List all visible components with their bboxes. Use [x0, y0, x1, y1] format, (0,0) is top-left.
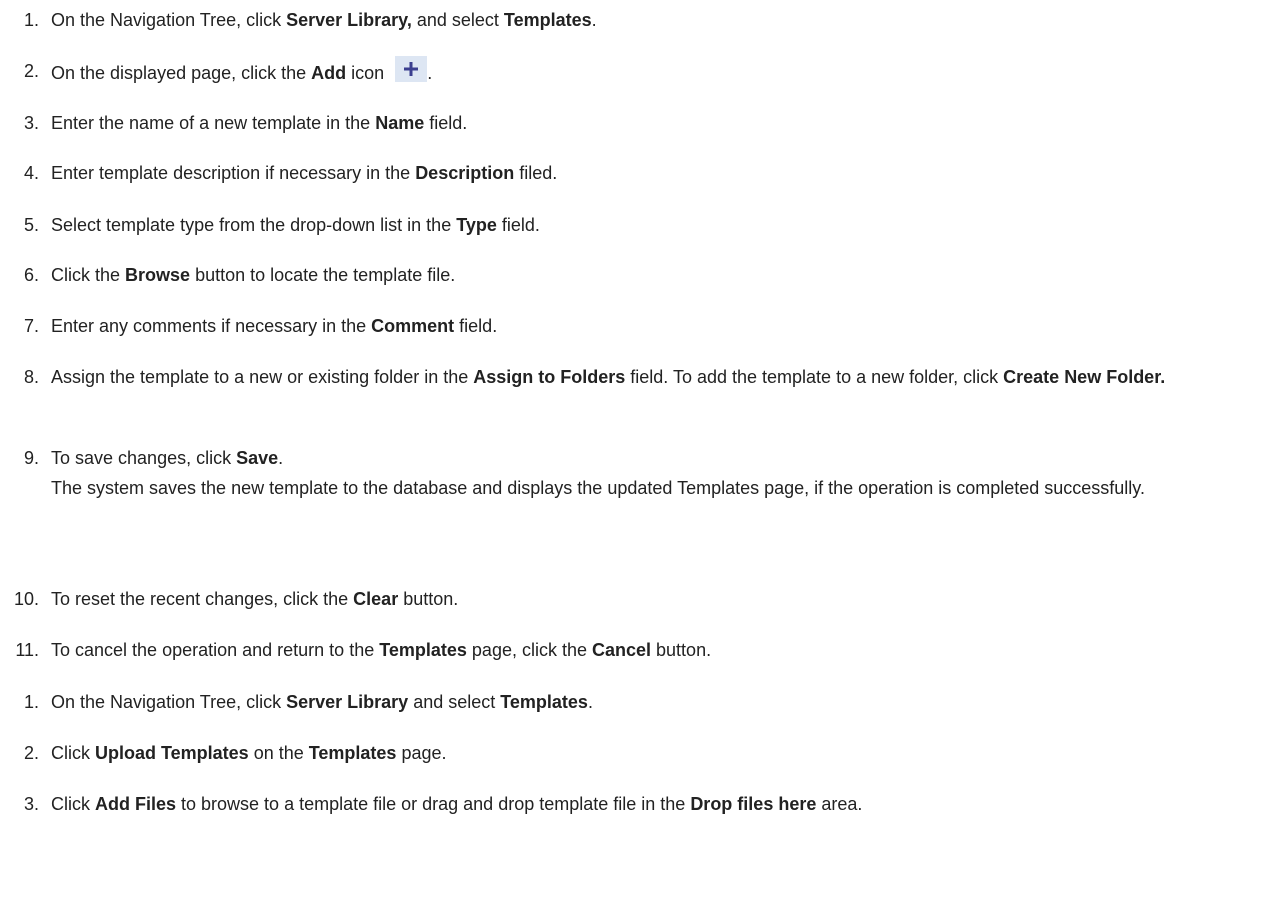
ui-term: Drop files here [690, 794, 817, 814]
ui-term: Templates [500, 692, 588, 712]
step-number: 1. [23, 692, 39, 712]
step-text-part: Enter template description if necessary … [51, 163, 416, 183]
step-text-part: Click the [51, 265, 126, 285]
ui-term: Save [236, 448, 279, 468]
step-number: 5. [23, 215, 39, 235]
step-text-part: Enter the name of a new template in the [51, 113, 376, 133]
step-result-text: The system saves the new template to the… [51, 478, 1145, 498]
step-text-part: and select [411, 10, 504, 30]
step-text: To cancel the operation and return to th… [51, 635, 1273, 665]
step-number: 2. [23, 743, 39, 763]
ui-term: Templates [503, 10, 592, 30]
ui-term: Templates [308, 743, 397, 763]
step-text: Click the Browse button to locate the te… [51, 260, 1273, 290]
step-text: To reset the recent changes, click the C… [51, 584, 1273, 614]
ui-term: Browse [125, 265, 191, 285]
step-text-part: Enter any comments if necessary in the [51, 316, 372, 336]
ui-term: Type [456, 215, 497, 235]
step-text: To save changes, click Save. The system s… [51, 443, 1273, 503]
ui-term: Add Files [95, 794, 177, 814]
step-text: Select template type from the drop-down … [51, 210, 1273, 240]
step-text-part: . [587, 692, 593, 712]
step-text-part: field. [454, 316, 498, 336]
step-text-part: to browse to a template file or drag and… [176, 794, 691, 814]
step-text: Click Add Files to browse to a template … [51, 789, 1273, 819]
ui-term: Server Library [286, 692, 409, 712]
step-text: Enter template description if necessary … [51, 158, 1273, 188]
step-number: 11. [15, 640, 39, 660]
step-text: On the displayed page, click the Add ico… [51, 56, 1273, 88]
ui-term: Comment [371, 316, 455, 336]
step-text: Click Upload Templates on the Templates … [51, 738, 1273, 768]
ui-term: Templates [379, 640, 467, 660]
step-text-part: field. To add the template to a new fold… [625, 367, 1004, 387]
ui-term: Server Library, [286, 10, 412, 30]
step-text-part: . [278, 448, 284, 468]
step-number: 10. [13, 589, 39, 609]
step-number: 2. [23, 61, 39, 81]
step-text-part: button. [398, 589, 459, 609]
ui-term: Description [415, 163, 515, 183]
step-text-part: button to locate the template file. [190, 265, 456, 285]
step-text-part: icon [346, 63, 390, 83]
document: 1. On the Navigation Tree, click Server … [0, 0, 1276, 924]
plus-icon [395, 56, 428, 82]
step-text-part: . [591, 10, 597, 30]
step-text-part: field. [424, 113, 468, 133]
step-text: Enter any comments if necessary in the C… [51, 311, 1273, 341]
step-text-part: field. [496, 215, 540, 235]
ui-term: Upload Templates [95, 743, 249, 763]
step-number: 1. [23, 10, 39, 30]
step-text-part: . [427, 63, 433, 83]
step-text-part: To reset the recent changes, click the [51, 589, 354, 609]
step-text-part: To cancel the operation and return to th… [51, 640, 380, 660]
ui-term: Add [311, 63, 347, 83]
step-number: 8. [23, 367, 39, 387]
step-text-part: On the displayed page, click the [51, 63, 312, 83]
step-text-part: area. [816, 794, 863, 814]
step-text: On the Navigation Tree, click Server Lib… [51, 5, 1273, 35]
step-number: 4. [23, 163, 39, 183]
step-number: 3. [23, 113, 39, 133]
step-text-part: page, click the [466, 640, 592, 660]
step-number: 3. [23, 794, 39, 814]
ui-term: Create New Folder. [1003, 367, 1166, 387]
ui-term: Clear [353, 589, 399, 609]
ui-term: Assign to Folders [473, 367, 626, 387]
step-text-part: on the [248, 743, 309, 763]
step-text-part: On the Navigation Tree, click [51, 10, 287, 30]
step-text-part: and select [408, 692, 501, 712]
step-number: 7. [23, 316, 39, 336]
step-text-part: Assign the template to a new or existing… [51, 367, 474, 387]
step-text: On the Navigation Tree, click Server Lib… [51, 687, 1273, 717]
step-number: 6. [23, 265, 39, 285]
step-text-part: filed. [514, 163, 558, 183]
step-text-part: page. [396, 743, 447, 763]
step-text-part: button. [651, 640, 712, 660]
step-text-part: On the Navigation Tree, click [51, 692, 287, 712]
step-text-part: Select template type from the drop-down … [51, 215, 457, 235]
step-number: 9. [23, 448, 39, 468]
ui-term: Cancel [592, 640, 652, 660]
step-text-part: To save changes, click [51, 448, 237, 468]
step-text-part: Click [51, 743, 95, 763]
ui-term: Name [375, 113, 425, 133]
step-text: Assign the template to a new or existing… [51, 362, 1273, 392]
step-text: Enter the name of a new template in the … [51, 108, 1273, 138]
step-text-part: Click [51, 794, 95, 814]
